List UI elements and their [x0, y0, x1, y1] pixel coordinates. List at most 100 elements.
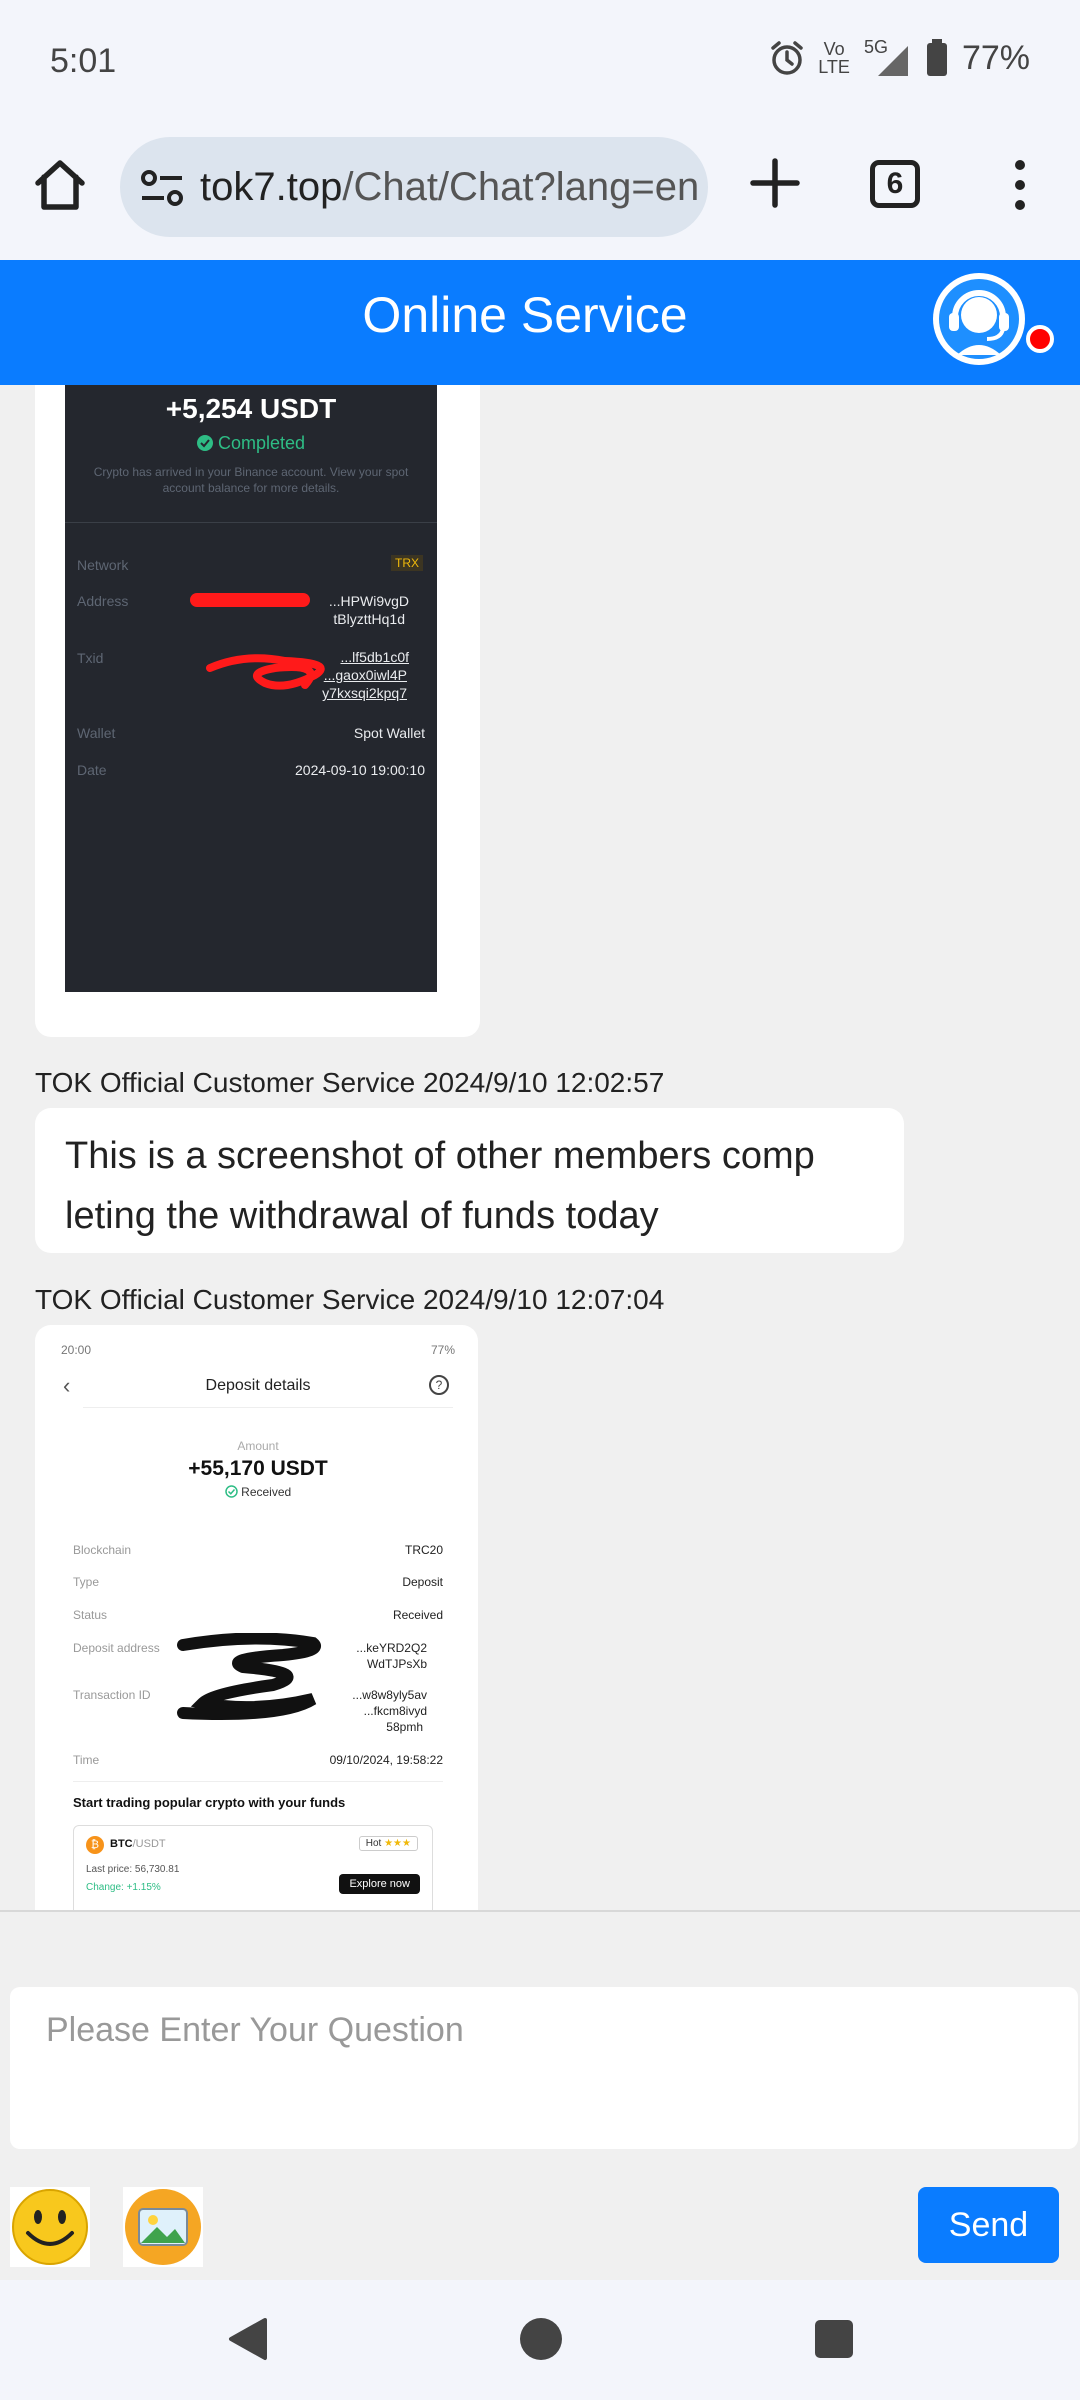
last-price: Last price: 56,730.81 [86, 1864, 180, 1875]
back-icon[interactable] [225, 2316, 271, 2362]
divider [73, 1781, 443, 1782]
receipt-label: Time [73, 1753, 100, 1767]
price-change: Change: +1.15% [86, 1882, 161, 1893]
receipt-label: Wallet [77, 725, 116, 741]
receipt-amount: +55,170 USDT [188, 1457, 328, 1480]
receipt-status: Completed [65, 433, 437, 454]
signal-icon: 5G [864, 38, 912, 78]
receipt-value: 2024-09-10 19:00:10 [295, 762, 425, 778]
receipt-value: ...fkcm8ivyd [363, 1704, 427, 1718]
browser-toolbar: tok7.top/Chat/Chat?lang=en 6 [0, 125, 1080, 260]
smiley-icon [12, 2189, 88, 2265]
online-status-dot [1026, 325, 1054, 353]
url-path: /Chat/Chat?lang=en [342, 165, 700, 209]
check-icon [196, 435, 213, 451]
url-domain: tok7.top [200, 165, 343, 209]
receipt-title: Deposit details [205, 1377, 311, 1394]
home-nav-icon[interactable] [520, 2318, 562, 2360]
receipt-value: ...keYRD2Q2 [356, 1641, 427, 1655]
receipt-label: Transaction ID [73, 1688, 151, 1702]
home-icon[interactable] [30, 155, 90, 215]
receipt-value: tBlyzttHq1d [333, 611, 405, 627]
site-settings-icon[interactable] [140, 169, 184, 207]
message-text-line: leting the withdrawal of funds today [65, 1195, 659, 1237]
divider [65, 522, 437, 523]
divider [83, 1407, 453, 1408]
receipt-note-1: Crypto has arrived in your Binance accou… [93, 465, 409, 479]
status-bar: 5:01 Vo LTE 5G 77% [0, 0, 1080, 125]
app-root: 5:01 Vo LTE 5G 77% tok7.top/Chat/Chat?la… [0, 0, 1080, 2400]
receipt-value: ...w8w8yly5av [352, 1688, 427, 1702]
receipt-label: Txid [77, 650, 104, 666]
deposit-screenshot[interactable]: 20:00 77% ‹ Deposit details ? Amount +55… [53, 1335, 463, 1910]
sender-name: TOK Official Customer Service [35, 1284, 416, 1315]
receipt-value: 58pmh [386, 1720, 423, 1734]
message-sender-line: TOK Official Customer Service 2024/9/10 … [35, 1284, 664, 1316]
sender-name: TOK Official Customer Service [35, 1067, 416, 1098]
tab-switcher-button[interactable]: 6 [870, 160, 920, 208]
customer-service-icon [939, 279, 1019, 359]
emoji-button[interactable] [10, 2187, 90, 2267]
message-timestamp: 2024/9/10 12:07:04 [422, 1284, 665, 1315]
trading-card: ₿ BTC/USDT Hot ★★★ Last price: 56,730.81… [73, 1825, 433, 1910]
receipt-value: Deposit [402, 1575, 443, 1589]
receipt-label: Type [73, 1575, 100, 1589]
receipt-value: Spot Wallet [353, 725, 425, 741]
question-input[interactable] [10, 1987, 1078, 2149]
promo-title: Start trading popular crypto with your f… [73, 1795, 346, 1810]
image-upload-button[interactable] [123, 2187, 203, 2267]
url-text[interactable]: tok7.top/Chat/Chat?lang=en [200, 165, 700, 210]
status-time: 5:01 [50, 42, 117, 80]
chat-messages[interactable]: +5,254 USDT Completed Crypto has arrived… [0, 385, 1080, 1910]
battery-icon [926, 39, 947, 76]
receipt-value: ...HPWi9vgD [328, 593, 409, 609]
help-icon: ? [429, 1375, 449, 1395]
receipt-value: Received [392, 1608, 443, 1622]
receipt-value: TRC20 [404, 1543, 443, 1557]
receipt-status-battery: 77% [430, 1343, 455, 1357]
receipt-screenshot[interactable]: +5,254 USDT Completed Crypto has arrived… [65, 385, 437, 992]
receipt-amount: +5,254 USDT [165, 393, 337, 424]
message-sender-line: TOK Official Customer Service 2024/9/10 … [35, 1067, 664, 1099]
recent-apps-icon[interactable] [815, 2320, 853, 2358]
receipt-label: Status [73, 1608, 108, 1622]
agent-avatar[interactable] [933, 273, 1025, 365]
alarm-icon [771, 41, 803, 75]
redaction-scribble [177, 1633, 321, 1720]
amount-label: Amount [237, 1439, 279, 1453]
receipt-value: 09/10/2024, 19:58:22 [329, 1753, 443, 1767]
image-message[interactable]: +5,254 USDT Completed Crypto has arrived… [35, 385, 480, 1037]
receipt-status: Received [53, 1485, 463, 1499]
text-message[interactable]: This is a screenshot of other members co… [35, 1108, 904, 1253]
image-message[interactable]: 20:00 77% ‹ Deposit details ? Amount +55… [35, 1325, 478, 1910]
chat-header: Online Service [0, 260, 1080, 385]
receipt-label: Deposit address [73, 1641, 160, 1655]
message-text-line: This is a screenshot of other members co… [65, 1135, 815, 1177]
receipt-value: WdTJPsXb [366, 1657, 427, 1671]
hot-badge: Hot ★★★ [358, 1836, 418, 1851]
receipt-label: Network [77, 557, 129, 573]
battery-percent: 77% [961, 38, 1030, 77]
more-menu-icon[interactable] [1000, 155, 1040, 215]
receipt-value: TRX [391, 555, 423, 571]
send-button[interactable]: Send [918, 2187, 1059, 2263]
volte-indicator: Vo LTE [818, 39, 850, 77]
check-circle-icon [225, 1485, 238, 1498]
receipt-status-time: 20:00 [61, 1343, 92, 1357]
explore-button: Explore now [339, 1874, 420, 1894]
receipt-label: Blockchain [73, 1543, 132, 1557]
pair-label: BTC/USDT [110, 1838, 166, 1850]
page-title: Online Service [362, 287, 688, 343]
new-tab-icon[interactable] [745, 153, 805, 213]
composer: Send [0, 1910, 1080, 2280]
redaction-mark [190, 593, 310, 607]
status-icons: Vo LTE 5G 77% [770, 38, 1030, 78]
redaction-scribble [206, 654, 325, 690]
receipt-label: Address [77, 593, 129, 609]
receipt-note-2: account balance for more details. [162, 481, 340, 495]
btc-icon: ₿ [86, 1836, 104, 1854]
image-icon [125, 2189, 201, 2265]
system-nav-bar [0, 2280, 1080, 2400]
message-timestamp: 2024/9/10 12:02:57 [422, 1067, 665, 1098]
url-bar[interactable]: tok7.top/Chat/Chat?lang=en [120, 137, 708, 237]
